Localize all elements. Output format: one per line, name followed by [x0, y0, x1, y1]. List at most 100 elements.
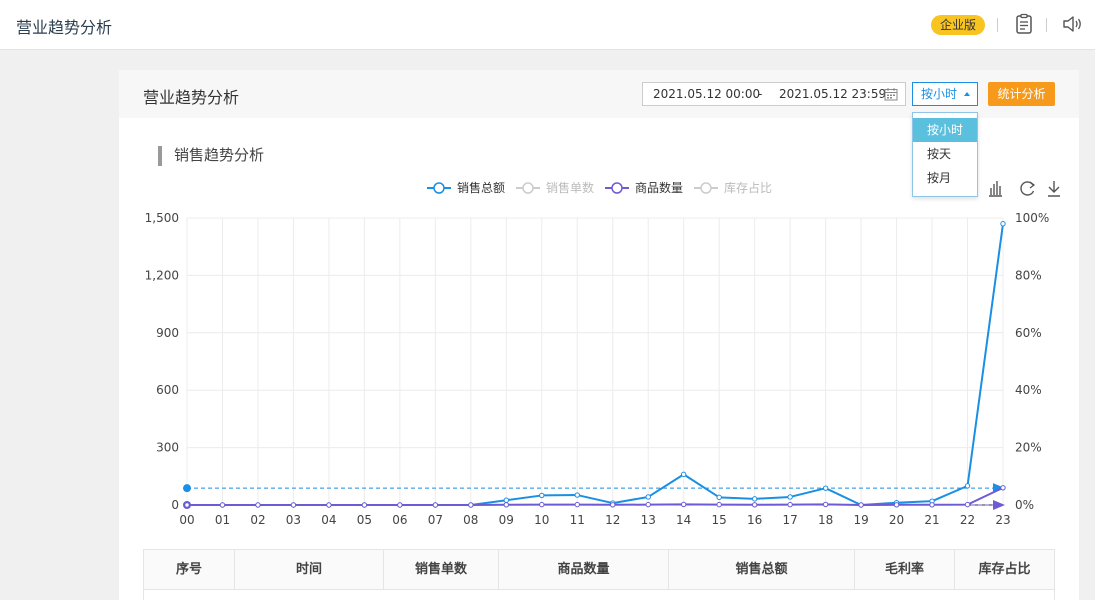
data-point[interactable]: [893, 502, 900, 508]
column-header[interactable]: 销售单数: [384, 550, 499, 590]
y-axis-left-tick: 300: [156, 441, 179, 455]
data-point[interactable]: [397, 502, 403, 508]
legend-item: 库存占比: [724, 180, 772, 195]
caret-up-icon: [964, 92, 970, 96]
legend-marker-dot[interactable]: [433, 182, 445, 194]
y-axis-left-tick: 0: [171, 498, 179, 512]
data-point[interactable]: [539, 492, 545, 499]
data-point[interactable]: [574, 501, 580, 508]
x-axis-tick: 02: [250, 513, 265, 527]
column-header[interactable]: 时间: [235, 550, 384, 590]
x-axis-tick: 00: [179, 513, 194, 527]
y-axis-left-tick: 1,200: [145, 268, 179, 282]
data-point[interactable]: [751, 502, 758, 508]
edition-badge[interactable]: 企业版: [931, 15, 986, 35]
date-range-picker[interactable]: 2021.05.12 00:00 - 2021.05.12 23:59: [642, 82, 906, 106]
data-point[interactable]: [787, 501, 793, 508]
y-axis-right-tick: 0%: [1015, 498, 1034, 512]
x-axis-tick: 19: [853, 513, 868, 527]
x-axis-tick: 10: [534, 513, 549, 527]
x-axis-tick: 11: [570, 513, 585, 527]
y-axis-right-tick: 40%: [1015, 383, 1042, 397]
x-axis-tick: 13: [641, 513, 656, 527]
x-axis-tick: 03: [286, 513, 301, 527]
data-point[interactable]: [539, 501, 545, 508]
data-point[interactable]: [1000, 221, 1006, 227]
data-point[interactable]: [645, 494, 651, 500]
data-point[interactable]: [361, 502, 368, 508]
data-point[interactable]: [503, 502, 510, 508]
data-point[interactable]: [219, 502, 226, 508]
speaker-icon[interactable]: [1061, 13, 1083, 35]
top-bar: 营业趋势分析 企业版: [0, 0, 1095, 50]
x-axis-tick: 09: [499, 513, 514, 527]
legend-marker-dot[interactable]: [611, 182, 623, 194]
group-by-value: 按小时: [921, 87, 958, 101]
x-axis-tick: 12: [605, 513, 620, 527]
section-title: 销售趋势分析: [158, 146, 264, 166]
data-point[interactable]: [326, 502, 332, 508]
data-point[interactable]: [645, 501, 651, 508]
data-point[interactable]: [822, 485, 829, 491]
data-point[interactable]: [184, 502, 190, 508]
x-axis-tick: 23: [995, 513, 1010, 527]
option-by-day[interactable]: 按天: [913, 142, 977, 166]
data-point[interactable]: [574, 492, 580, 498]
y-axis-right-tick: 20%: [1015, 441, 1042, 455]
column-header[interactable]: 毛利率: [855, 550, 955, 590]
y-axis-right-tick: 60%: [1015, 326, 1042, 340]
sales-table: 序号 时间 销售单数 商品数量 销售总额 毛利率 库存占比: [143, 549, 1055, 600]
series-line-item-count[interactable]: [187, 486, 1004, 506]
bar-chart-icon[interactable]: [989, 181, 1002, 197]
date-start[interactable]: 2021.05.12 00:00: [653, 87, 760, 101]
legend-item: 销售单数: [546, 180, 594, 195]
data-point[interactable]: [468, 502, 474, 508]
legend-item: 商品数量: [635, 180, 683, 195]
data-point[interactable]: [716, 501, 722, 508]
data-point[interactable]: [858, 502, 864, 508]
column-header[interactable]: 销售总额: [669, 550, 855, 590]
data-point[interactable]: [787, 494, 793, 500]
table-header-row: 序号 时间 销售单数 商品数量 销售总额 毛利率 库存占比: [144, 550, 1054, 590]
data-point[interactable]: [432, 502, 439, 508]
y-axis-right-tick: 100%: [1015, 211, 1049, 225]
divider: [997, 18, 998, 32]
x-axis-tick: 05: [357, 513, 372, 527]
data-point[interactable]: [751, 496, 758, 502]
data-point[interactable]: [255, 502, 261, 508]
data-point[interactable]: [680, 471, 687, 478]
download-icon[interactable]: [1048, 181, 1060, 197]
data-point[interactable]: [929, 502, 935, 508]
statistics-button[interactable]: 统计分析: [988, 82, 1055, 106]
clipboard-icon[interactable]: [1013, 13, 1035, 35]
date-end[interactable]: 2021.05.12 23:59: [779, 87, 886, 101]
data-point[interactable]: [964, 483, 971, 489]
data-point[interactable]: [964, 501, 971, 508]
series-line-sales-total[interactable]: [187, 223, 1004, 506]
column-header[interactable]: 序号: [144, 550, 235, 590]
column-header[interactable]: 库存占比: [955, 550, 1054, 590]
data-point[interactable]: [610, 502, 616, 508]
x-axis-tick: 06: [392, 513, 407, 527]
group-by-select[interactable]: 按小时: [912, 82, 978, 106]
y-axis-left-tick: 1,500: [145, 211, 179, 225]
calendar-icon[interactable]: [884, 87, 898, 101]
legend-marker-dot[interactable]: [522, 182, 534, 194]
data-point[interactable]: [1000, 485, 1006, 491]
x-axis-tick: 14: [676, 513, 691, 527]
panel-header: 营业趋势分析 2021.05.12 00:00 - 2021.05.12 23:…: [119, 70, 1079, 118]
legend-marker-dot[interactable]: [700, 182, 712, 194]
x-axis-tick: 17: [782, 513, 797, 527]
option-by-hour[interactable]: 按小时: [913, 118, 977, 142]
x-axis-tick: 20: [889, 513, 904, 527]
divider: [1046, 18, 1047, 32]
data-point[interactable]: [290, 502, 297, 508]
data-point[interactable]: [503, 497, 510, 503]
data-point[interactable]: [680, 501, 687, 508]
x-axis-tick: 22: [960, 513, 975, 527]
sales-trend-chart[interactable]: 03006009001,2001,5000%20%40%60%80%100%00…: [119, 170, 1079, 545]
data-point[interactable]: [716, 494, 722, 501]
column-header[interactable]: 商品数量: [499, 550, 669, 590]
refresh-arrow[interactable]: [1029, 181, 1036, 189]
data-point[interactable]: [822, 501, 829, 508]
